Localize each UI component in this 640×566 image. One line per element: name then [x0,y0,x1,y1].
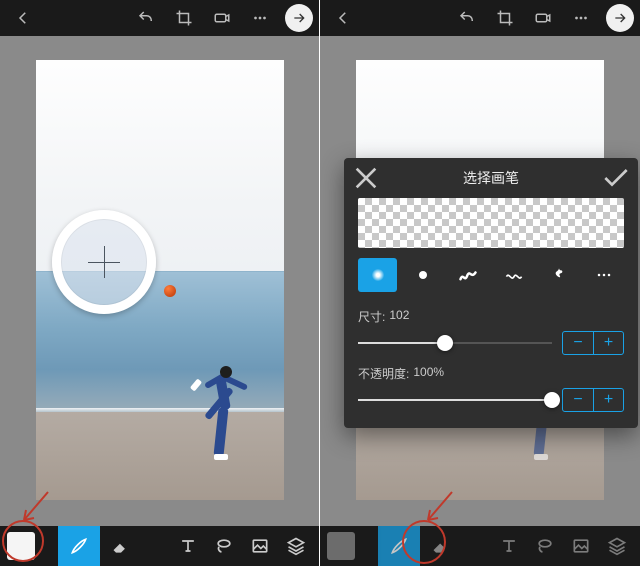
modal-header: 选择画笔 [344,158,638,198]
lasso-icon [214,536,234,556]
brush-wave[interactable] [494,258,533,292]
text-icon [499,536,519,556]
eraser-tool-button[interactable] [100,526,142,566]
brush-hard-round[interactable] [403,258,442,292]
camera-button[interactable] [526,0,560,36]
undo-icon [458,9,476,27]
brush-preview [358,198,624,248]
opacity-stepper: − + [562,388,624,412]
modal-close-button[interactable] [350,162,382,194]
opacity-slider[interactable] [358,399,552,401]
text-tool-button[interactable] [492,526,526,566]
arrow-right-icon [612,10,628,26]
more-button[interactable] [564,0,598,36]
brush-soft-round[interactable] [358,258,397,292]
size-row: 尺寸: 102 − + [344,304,638,361]
more-button[interactable] [243,0,277,36]
size-slider[interactable] [358,342,552,344]
more-icon [251,9,269,27]
lasso-tool-button[interactable] [207,526,241,566]
scribble-icon [458,265,478,285]
text-tool-button[interactable] [171,526,205,566]
photo-ball [164,285,176,297]
next-button[interactable] [285,4,313,32]
brush-dotted[interactable] [585,258,624,292]
soft-round-icon [372,269,384,281]
crop-icon [175,9,193,27]
screenshot-right: 选择画笔 尺寸: 102 [320,0,640,566]
back-button[interactable] [326,0,360,36]
crop-button[interactable] [488,0,522,36]
opacity-minus-button[interactable]: − [563,389,593,411]
chevron-left-icon [14,9,32,27]
opacity-value: 100% [413,365,444,382]
layers-icon [607,536,627,556]
image-icon [571,536,591,556]
more-icon [572,9,590,27]
brush-picker-modal: 选择画笔 尺寸: 102 [344,158,638,428]
close-icon [350,162,382,194]
size-stepper: − + [562,331,624,355]
size-label: 尺寸: [358,308,385,325]
opacity-label: 不透明度: [358,365,409,382]
top-bar [320,0,640,36]
brush-type-row [344,258,638,304]
photo-canvas[interactable] [36,60,284,500]
undo-button[interactable] [450,0,484,36]
crop-icon [496,9,514,27]
next-button[interactable] [606,4,634,32]
camera-icon [213,9,231,27]
eraser-icon [431,536,451,556]
camera-button[interactable] [205,0,239,36]
layers-button[interactable] [279,526,313,566]
hard-round-icon [419,271,427,279]
eraser-tool-button[interactable] [420,526,462,566]
size-minus-button[interactable]: − [563,332,593,354]
modal-confirm-button[interactable] [600,162,632,194]
undo-icon [137,9,155,27]
screenshot-left [0,0,320,566]
dotted-icon [594,265,614,285]
lasso-tool-button[interactable] [528,526,562,566]
bottom-bar [0,526,319,566]
top-bar [0,0,319,36]
modal-title: 选择画笔 [382,168,600,188]
photo-person [186,360,256,470]
color-swatch [327,532,355,560]
brush-splatter[interactable] [539,258,578,292]
opacity-row: 不透明度: 100% − + [344,361,638,418]
opacity-plus-button[interactable]: + [593,389,623,411]
crop-button[interactable] [167,0,201,36]
brush-cursor-ring[interactable] [52,210,156,314]
size-value: 102 [389,308,409,325]
wave-icon [504,265,524,285]
splatter-icon [549,265,569,285]
layers-button[interactable] [600,526,634,566]
lasso-icon [535,536,555,556]
color-swatch-button[interactable] [320,526,362,566]
image-tool-button[interactable] [243,526,277,566]
layers-icon [286,536,306,556]
back-button[interactable] [6,0,40,36]
arrow-right-icon [291,10,307,26]
color-swatch [7,532,35,560]
eraser-icon [111,536,131,556]
size-plus-button[interactable]: + [593,332,623,354]
brush-icon [389,536,409,556]
check-icon [600,162,632,194]
brush-tool-button[interactable] [378,526,420,566]
brush-scribble[interactable] [449,258,488,292]
undo-button[interactable] [129,0,163,36]
image-icon [250,536,270,556]
brush-tool-button[interactable] [58,526,100,566]
image-tool-button[interactable] [564,526,598,566]
chevron-left-icon [334,9,352,27]
camera-icon [534,9,552,27]
brush-icon [69,536,89,556]
bottom-bar [320,526,640,566]
text-icon [178,536,198,556]
color-swatch-button[interactable] [0,526,42,566]
